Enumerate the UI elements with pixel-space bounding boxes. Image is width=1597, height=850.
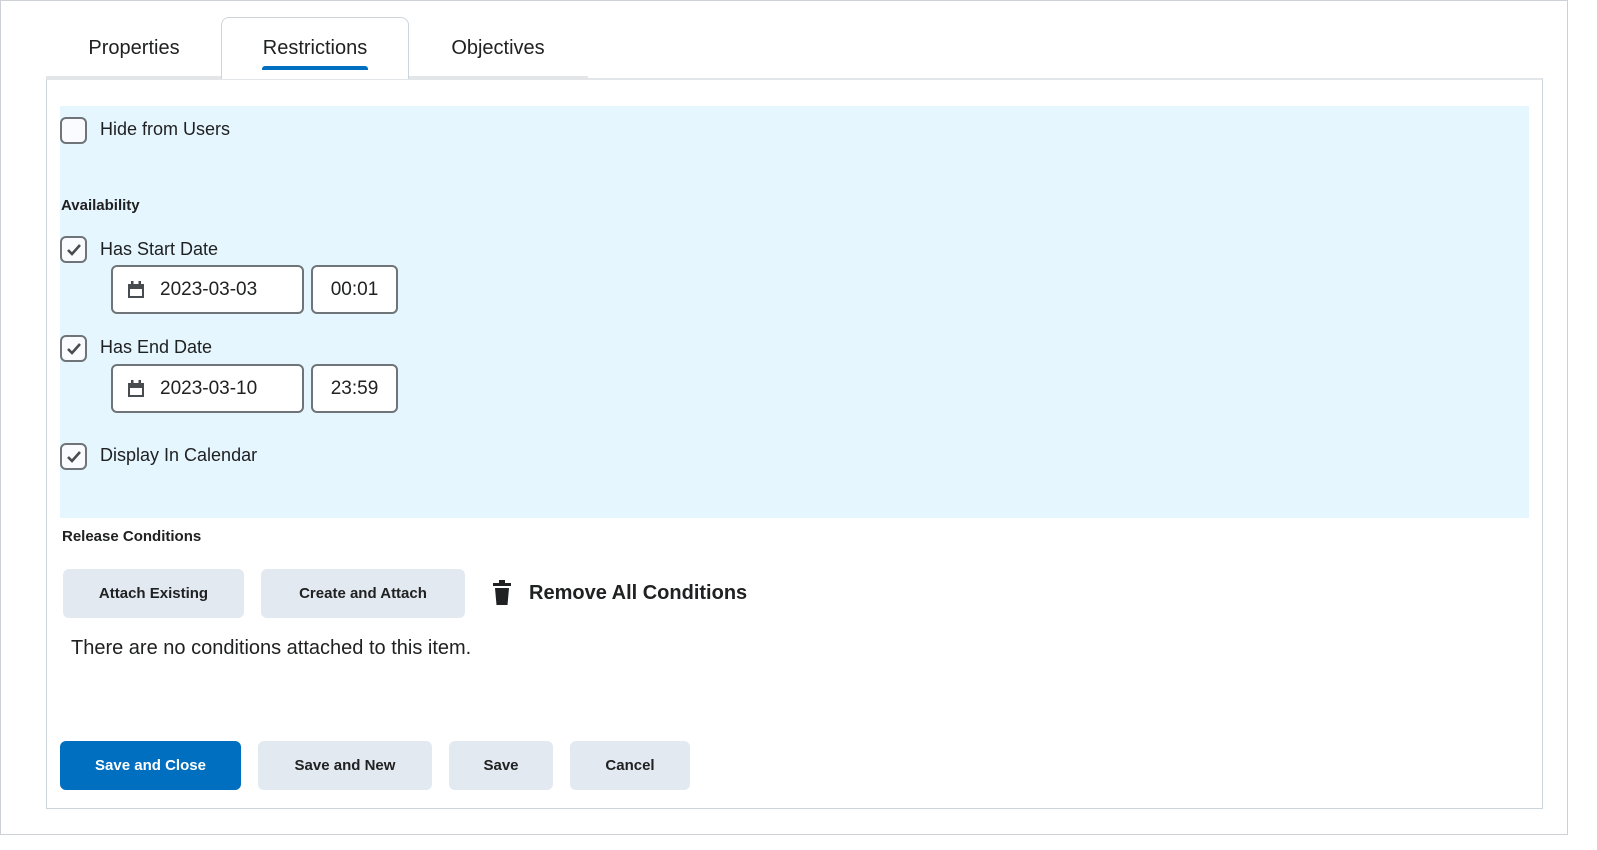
remove-all-conditions-button[interactable]: Remove All Conditions <box>490 580 747 606</box>
check-icon <box>66 450 81 463</box>
start-time-input[interactable]: 00:01 <box>311 265 398 314</box>
create-and-attach-button[interactable]: Create and Attach <box>261 569 465 618</box>
tab-restrictions[interactable]: Restrictions <box>221 17 409 79</box>
tab-objectives[interactable]: Objectives <box>408 17 588 79</box>
save-button[interactable]: Save <box>449 741 553 790</box>
tab-label: Objectives <box>451 36 545 59</box>
end-time-input[interactable]: 23:59 <box>311 364 398 413</box>
no-conditions-message: There are no conditions attached to this… <box>71 637 472 659</box>
tab-label: Properties <box>88 36 180 59</box>
cancel-button[interactable]: Cancel <box>570 741 690 790</box>
has-end-date-label: Has End Date <box>100 337 213 357</box>
tab-label: Restrictions <box>262 37 368 59</box>
end-time-value: 23:59 <box>330 377 379 399</box>
start-date-input[interactable]: 2023-03-03 <box>111 265 304 314</box>
save-and-new-button[interactable]: Save and New <box>258 741 432 790</box>
has-start-date-label: Has Start Date <box>100 239 219 259</box>
calendar-icon <box>128 379 144 397</box>
trash-icon <box>493 580 511 605</box>
has-end-date-checkbox[interactable] <box>60 335 87 362</box>
save-and-close-button[interactable]: Save and Close <box>60 741 241 790</box>
start-time-value: 00:01 <box>330 278 379 300</box>
start-date-value: 2023-03-03 <box>160 278 258 300</box>
end-date-input[interactable]: 2023-03-10 <box>111 364 304 413</box>
release-conditions-heading: Release Conditions <box>62 528 202 545</box>
check-icon <box>66 342 81 355</box>
calendar-icon <box>128 280 144 298</box>
display-in-calendar-label: Display In Calendar <box>100 445 258 465</box>
remove-all-label: Remove All Conditions <box>529 581 748 604</box>
end-date-value: 2023-03-10 <box>160 377 258 399</box>
hide-from-users-checkbox[interactable] <box>60 117 87 144</box>
check-icon <box>66 243 81 256</box>
hide-from-users-label: Hide from Users <box>100 119 231 139</box>
active-tab-indicator <box>262 66 368 70</box>
has-start-date-checkbox[interactable] <box>60 236 87 263</box>
tab-properties[interactable]: Properties <box>46 17 222 79</box>
attach-existing-button[interactable]: Attach Existing <box>63 569 244 618</box>
availability-heading: Availability <box>61 197 140 214</box>
display-in-calendar-checkbox[interactable] <box>60 443 87 470</box>
